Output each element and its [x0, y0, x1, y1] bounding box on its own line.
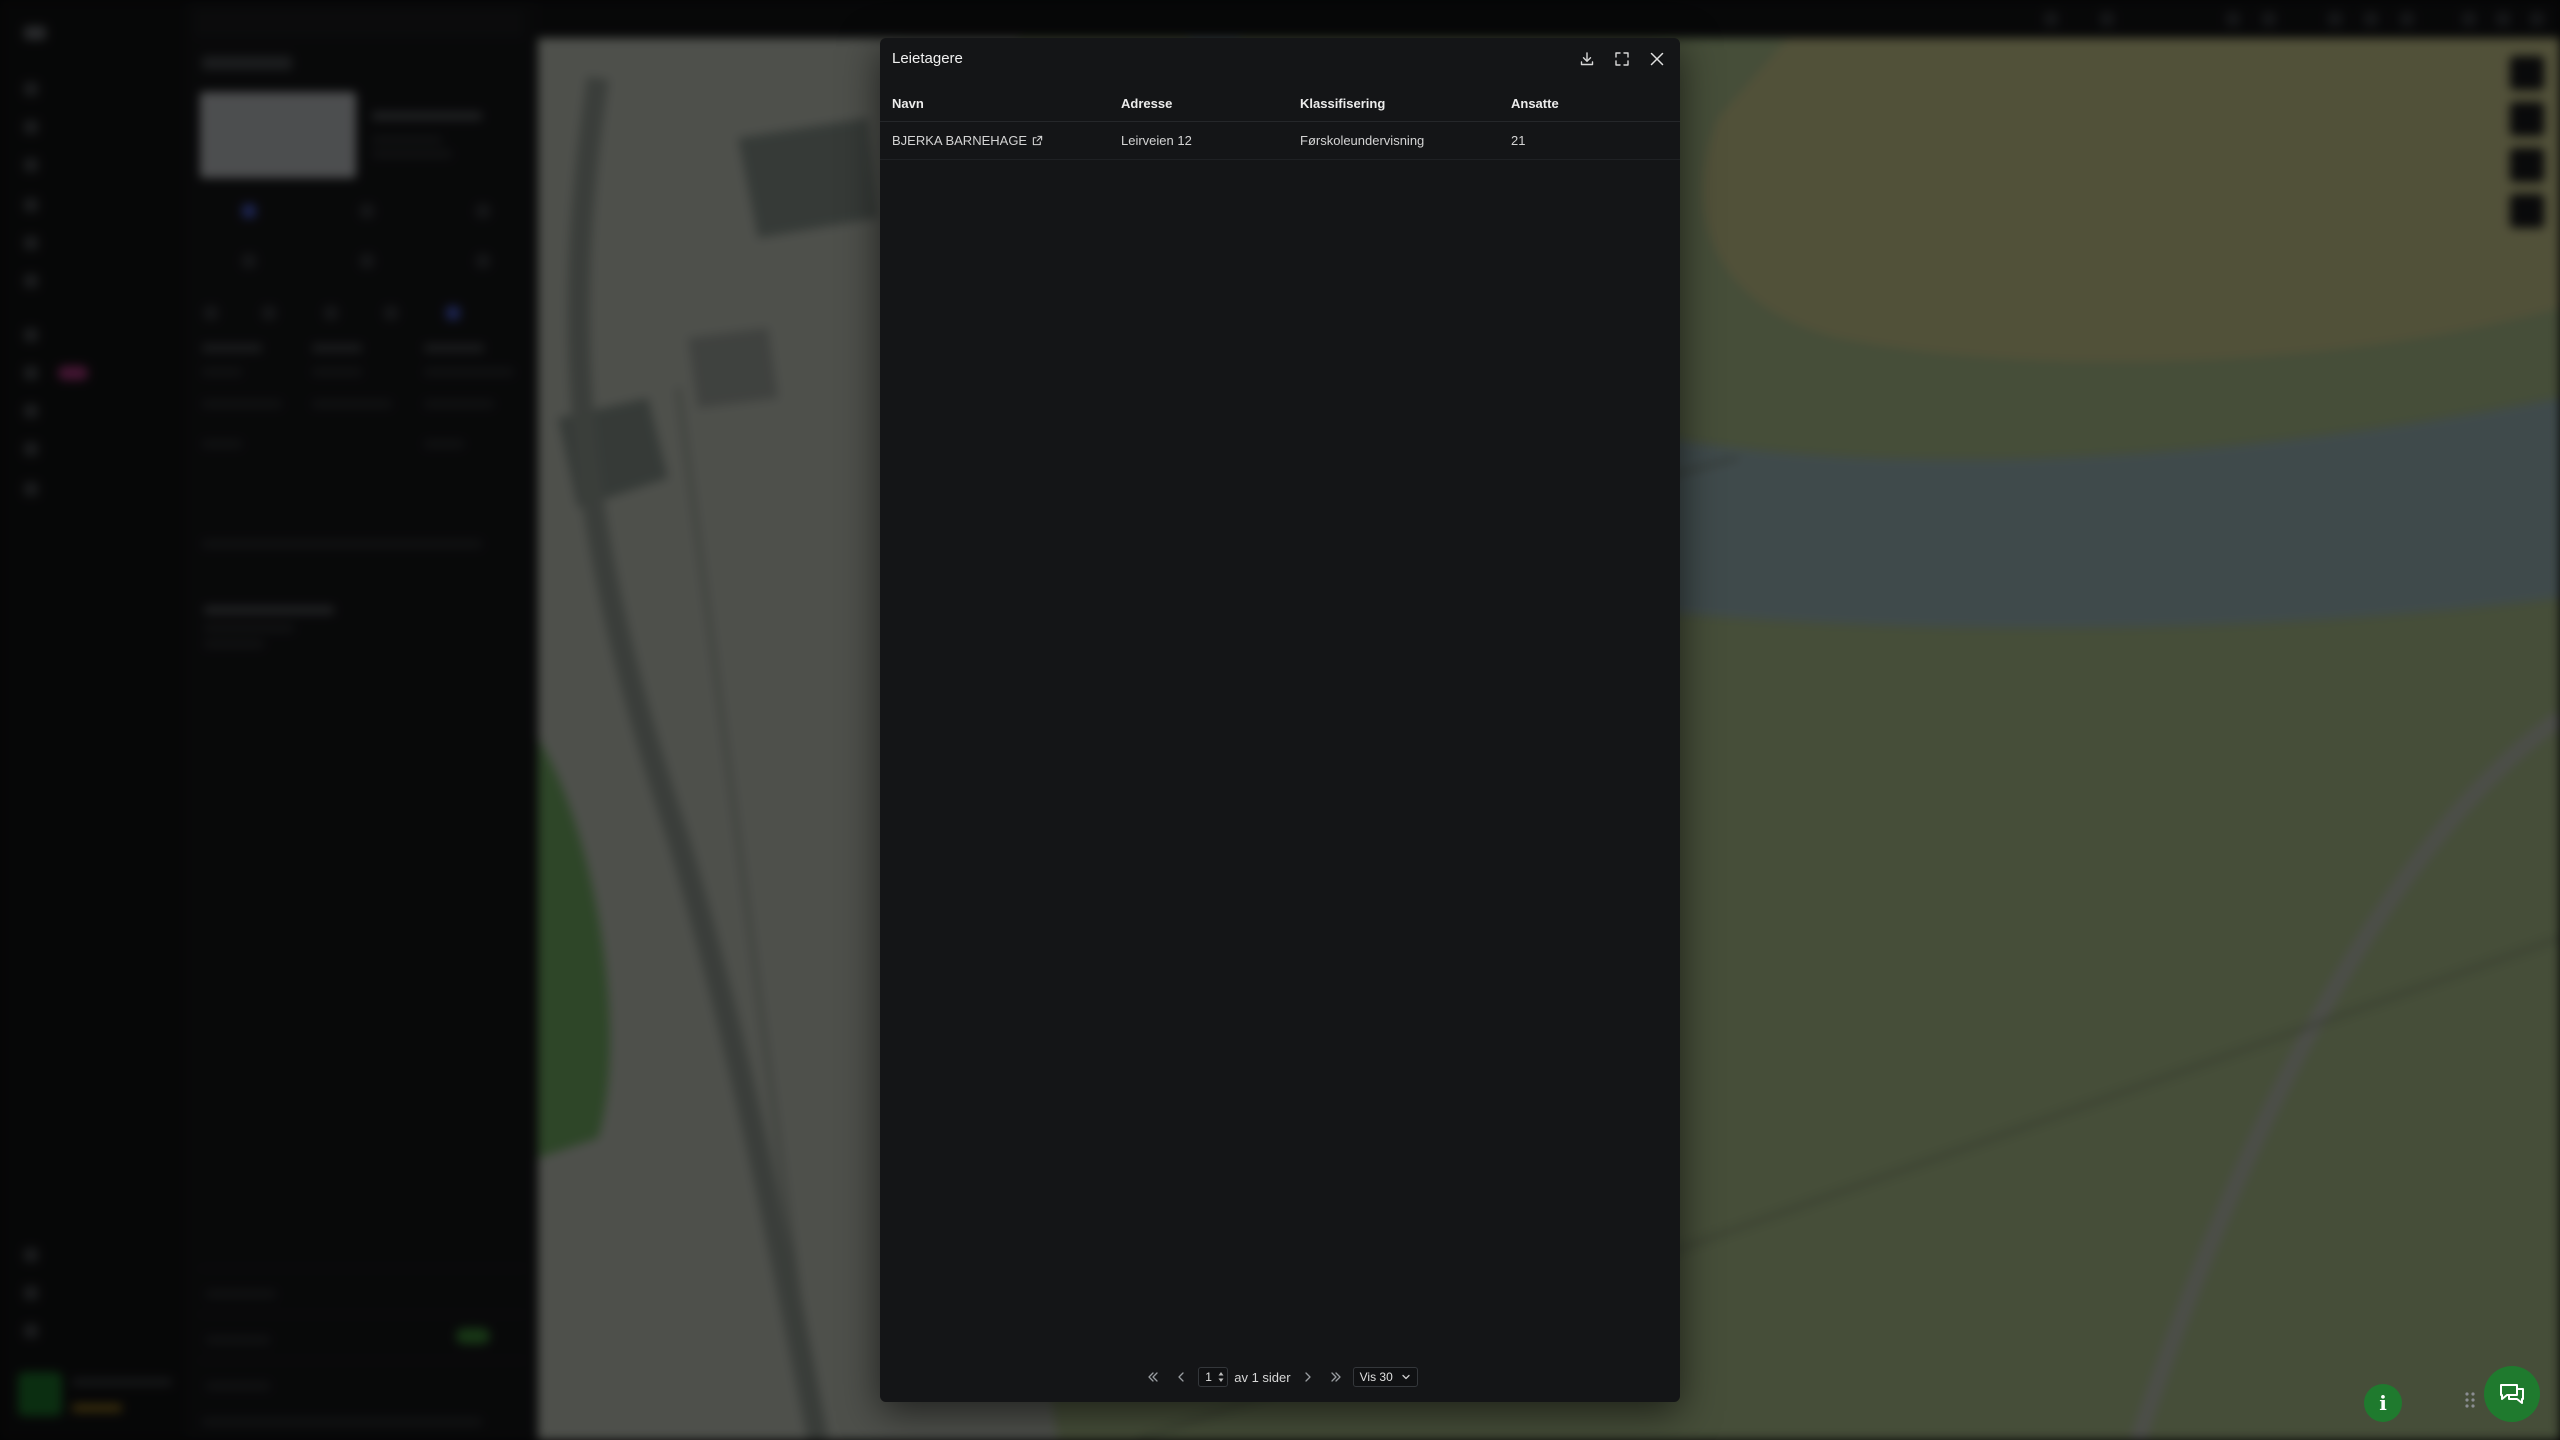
previous-page-button[interactable] — [1170, 1366, 1192, 1388]
column-header-klassifisering[interactable]: Klassifisering — [1300, 96, 1385, 111]
next-page-button[interactable] — [1297, 1366, 1319, 1388]
chevrons-right-icon — [1330, 1372, 1341, 1382]
last-page-button[interactable] — [1325, 1366, 1347, 1388]
tenant-name-link[interactable]: BJERKA BARNEHAGE — [892, 133, 1043, 148]
pagination: 1 av 1 sider Vis 30 — [880, 1364, 1680, 1390]
chevron-down-icon — [1402, 1374, 1410, 1380]
chat-icon — [2500, 1384, 2524, 1404]
modal-title: Leietagere — [892, 50, 963, 67]
chevron-right-icon — [1304, 1372, 1311, 1382]
external-link-icon[interactable] — [1032, 135, 1043, 146]
download-icon — [1580, 52, 1594, 66]
close-button[interactable] — [1646, 48, 1668, 70]
tenant-address-cell: Leirveien 12 — [1121, 133, 1192, 148]
fullscreen-button[interactable] — [1611, 48, 1633, 70]
info-button[interactable]: i — [2364, 1384, 2402, 1422]
tenant-name-cell: BJERKA BARNEHAGE — [892, 133, 1043, 148]
table-row: BJERKA BARNEHAGE Leirveien 12 Førskoleun… — [880, 122, 1680, 160]
spinner-arrows-icon[interactable] — [1218, 1371, 1224, 1383]
first-page-button[interactable] — [1142, 1366, 1164, 1388]
download-button[interactable] — [1576, 48, 1598, 70]
tenant-employees-cell: 21 — [1511, 133, 1526, 148]
column-header-adresse[interactable]: Adresse — [1121, 96, 1172, 111]
chat-button[interactable] — [2484, 1366, 2540, 1422]
tenants-modal: Leietagere Navn Adresse Klassifisering A… — [880, 38, 1680, 1402]
drag-handle-icon[interactable] — [2464, 1390, 2476, 1410]
info-icon: i — [2379, 1391, 2387, 1415]
tenant-classification-cell: Førskoleundervisning — [1300, 133, 1425, 148]
page-count-label: av 1 sider — [1234, 1369, 1291, 1385]
page-size-select[interactable]: Vis 30 — [1352, 1367, 1418, 1387]
chevron-left-icon — [1178, 1372, 1184, 1382]
close-icon — [1650, 52, 1664, 66]
column-header-ansatte[interactable]: Ansatte — [1511, 96, 1559, 111]
column-header-navn[interactable]: Navn — [892, 96, 924, 111]
table-header: Navn Adresse Klassifisering Ansatte — [880, 86, 1680, 122]
fullscreen-icon — [1615, 52, 1629, 66]
modal-header: Leietagere — [880, 38, 1680, 78]
chevrons-left-icon — [1148, 1372, 1158, 1382]
tenants-table: Navn Adresse Klassifisering Ansatte BJER… — [880, 86, 1680, 160]
page-number-input[interactable]: 1 — [1198, 1367, 1229, 1387]
